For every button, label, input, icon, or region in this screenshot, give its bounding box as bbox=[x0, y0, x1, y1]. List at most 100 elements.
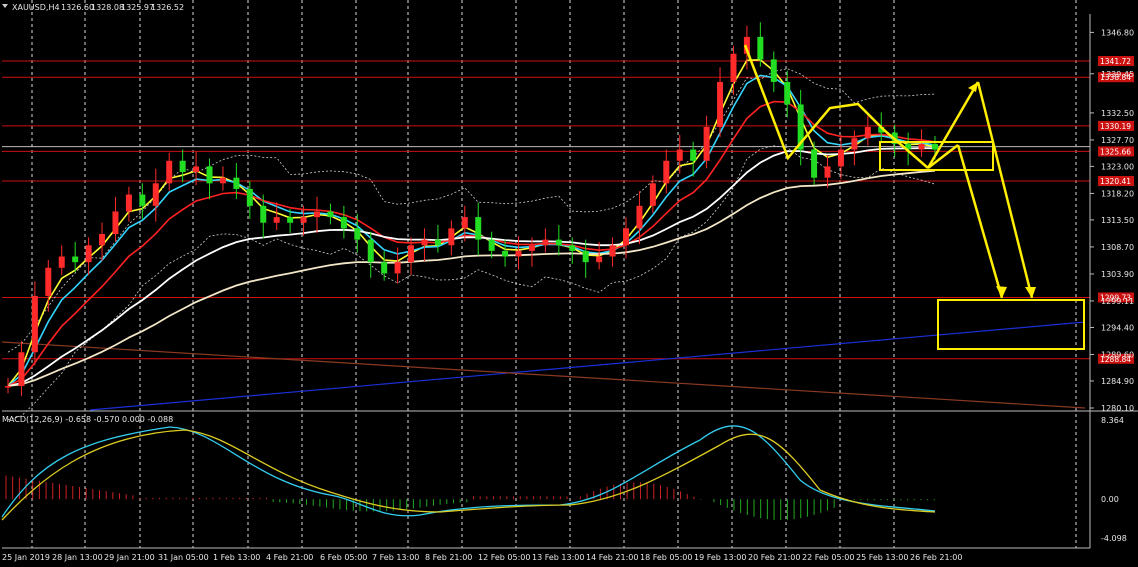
candle-body bbox=[246, 188, 253, 206]
candle-body bbox=[112, 211, 119, 234]
time-tick-label: 26 Feb 21:00 bbox=[910, 553, 962, 562]
candle-body bbox=[623, 228, 629, 246]
time-tick-label: 4 Feb 21:00 bbox=[266, 553, 313, 562]
candle-body bbox=[717, 81, 724, 127]
ohlc-close: 1326.52 bbox=[151, 3, 184, 12]
price-tick-label: 1332.50 bbox=[1101, 109, 1134, 118]
candle-body bbox=[555, 239, 562, 246]
candle-body bbox=[542, 239, 549, 246]
price-tick-label: 1339.45 bbox=[1101, 70, 1134, 79]
time-tick-label: 28 Jan 13:00 bbox=[52, 553, 103, 562]
candle-body bbox=[811, 149, 818, 178]
candle-body bbox=[166, 160, 173, 184]
macd-tick-label: 0.00 bbox=[1101, 495, 1119, 504]
time-tick-label: 13 Feb 13:00 bbox=[532, 553, 584, 562]
time-tick-label: 25 Jan 2019 bbox=[2, 553, 50, 562]
price-tick-label: 1346.80 bbox=[1101, 28, 1134, 37]
time-tick-label: 22 Feb 05:00 bbox=[802, 553, 854, 562]
candle-body bbox=[770, 59, 777, 82]
price-tick-label: 1280.10 bbox=[1101, 404, 1134, 413]
time-tick-label: 20 Feb 21:00 bbox=[748, 553, 800, 562]
candle-body bbox=[58, 256, 65, 268]
price-tick-label: 1289.60 bbox=[1101, 351, 1134, 360]
candle-body bbox=[152, 183, 159, 206]
candle-body bbox=[179, 160, 186, 173]
candle-body bbox=[421, 239, 428, 246]
candle-body bbox=[85, 245, 92, 263]
price-tick-label: 1299.11 bbox=[1101, 297, 1134, 306]
level-tag-label: 1325.66 bbox=[1100, 147, 1131, 156]
ohlc-low: 1325.97 bbox=[121, 3, 154, 12]
candle-body bbox=[5, 386, 11, 388]
candle-body bbox=[663, 160, 670, 184]
candle-body bbox=[125, 194, 132, 212]
time-tick-label: 31 Jan 05:00 bbox=[158, 553, 209, 562]
time-tick-label: 14 Feb 21:00 bbox=[586, 553, 638, 562]
time-tick-label: 8 Feb 21:00 bbox=[425, 553, 472, 562]
candle-body bbox=[784, 81, 791, 105]
candle-body bbox=[582, 250, 589, 263]
candle-body bbox=[381, 262, 388, 274]
candle-body bbox=[206, 166, 213, 184]
candle-body bbox=[394, 262, 401, 274]
time-tick-label: 19 Feb 13:00 bbox=[694, 553, 746, 562]
candle-body bbox=[18, 352, 25, 387]
candle-body bbox=[596, 256, 603, 263]
time-tick-label: 18 Feb 05:00 bbox=[640, 553, 692, 562]
time-tick-label: 12 Feb 05:00 bbox=[478, 553, 530, 562]
macd-tick-label: 8.364 bbox=[1101, 416, 1124, 425]
candle-body bbox=[609, 245, 616, 257]
candle-body bbox=[219, 177, 226, 184]
price-chart: 1341.721338.841330.191325.661320.411299.… bbox=[0, 0, 1138, 567]
time-tick-label: 6 Feb 05:00 bbox=[320, 553, 367, 562]
chart-background bbox=[0, 0, 1138, 567]
price-tick-label: 1308.70 bbox=[1101, 243, 1134, 252]
candle-body bbox=[273, 217, 280, 223]
candle-body bbox=[300, 217, 307, 223]
candle-body bbox=[287, 217, 294, 223]
candle-body bbox=[72, 256, 79, 263]
symbol-header: XAUUSD,H4 bbox=[12, 3, 60, 12]
candle-body bbox=[327, 211, 334, 218]
candle-body bbox=[408, 245, 415, 263]
candle-body bbox=[649, 183, 656, 206]
candle-body bbox=[837, 149, 844, 167]
level-tag-label: 1320.41 bbox=[1100, 177, 1131, 186]
price-tick-label: 1284.90 bbox=[1101, 377, 1134, 386]
candle-body bbox=[448, 228, 455, 246]
candle-body bbox=[730, 53, 737, 82]
candle-body bbox=[99, 233, 106, 246]
time-tick-label: 29 Jan 21:00 bbox=[104, 553, 155, 562]
macd-label: MACD(12,26,9) -0.658 -0.570 0.000 -0.088 bbox=[2, 415, 173, 424]
candle-body bbox=[757, 36, 764, 60]
candle-body bbox=[233, 177, 240, 189]
candle-body bbox=[528, 245, 535, 251]
candle-body bbox=[31, 295, 38, 353]
candle-body bbox=[690, 149, 697, 161]
candle-body bbox=[851, 138, 858, 150]
time-tick-label: 25 Feb 13:00 bbox=[856, 553, 908, 562]
candle-body bbox=[367, 239, 374, 263]
candle-body bbox=[461, 217, 468, 229]
candle-body bbox=[488, 239, 495, 251]
price-tick-label: 1323.00 bbox=[1101, 162, 1134, 171]
level-tag-label: 1330.19 bbox=[1100, 122, 1131, 131]
time-tick-label: 7 Feb 13:00 bbox=[372, 553, 419, 562]
price-tick-label: 1327.70 bbox=[1101, 136, 1134, 145]
candle-body bbox=[824, 166, 831, 178]
ohlc-high: 1328.08 bbox=[91, 3, 124, 12]
candle-body bbox=[676, 149, 683, 161]
candle-body bbox=[45, 267, 52, 296]
level-tag-label: 1341.72 bbox=[1100, 57, 1131, 66]
candle-body bbox=[434, 239, 441, 246]
candle-body bbox=[932, 143, 938, 150]
candle-body bbox=[864, 126, 871, 139]
price-tick-label: 1303.90 bbox=[1101, 270, 1134, 279]
time-tick-label: 1 Feb 13:00 bbox=[213, 553, 260, 562]
candle-body bbox=[636, 205, 643, 229]
candle-body bbox=[502, 250, 509, 257]
candle-body bbox=[260, 205, 267, 223]
price-tick-label: 1313.50 bbox=[1101, 216, 1134, 225]
price-tick-label: 1318.20 bbox=[1101, 189, 1134, 198]
candle-body bbox=[918, 143, 925, 150]
